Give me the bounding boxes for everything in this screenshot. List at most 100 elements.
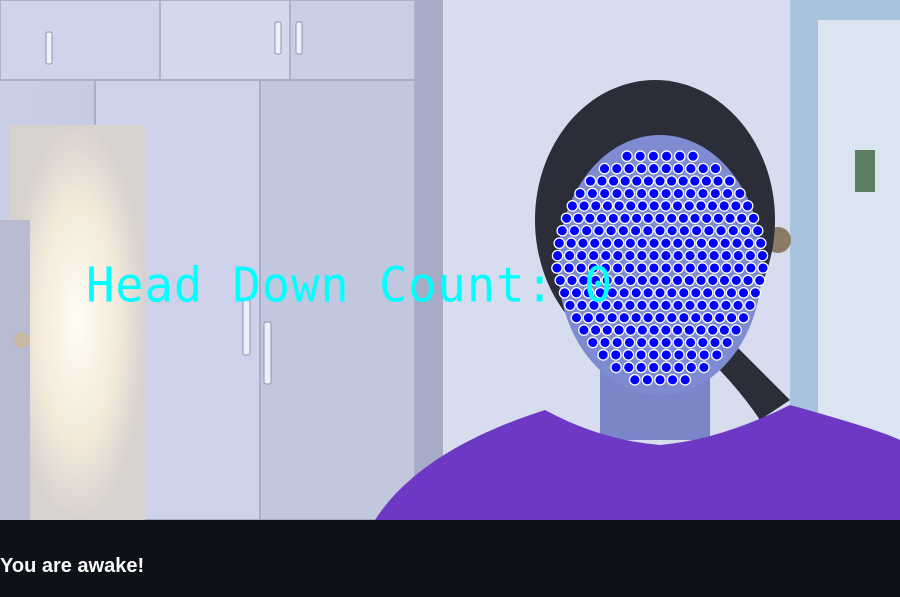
landmark-dot bbox=[701, 311, 714, 324]
landmark-dot bbox=[601, 324, 614, 336]
landmark-dot bbox=[618, 311, 631, 324]
landmark-dot bbox=[618, 286, 631, 299]
landmark-dot bbox=[611, 249, 624, 262]
landmark-dot bbox=[683, 324, 696, 336]
landmark-dot bbox=[689, 212, 701, 225]
landmark-dot bbox=[684, 262, 697, 274]
landmark-dot bbox=[641, 224, 654, 237]
landmark-dot bbox=[565, 237, 578, 250]
landmark-dot bbox=[665, 175, 678, 187]
doorway-opening bbox=[818, 20, 900, 440]
landmark-dot bbox=[589, 324, 602, 336]
mirror-reflection bbox=[10, 125, 145, 520]
landmark-dot bbox=[720, 299, 732, 312]
landmark-dot bbox=[684, 299, 696, 312]
landmark-dot bbox=[751, 224, 764, 237]
landmark-dot bbox=[624, 200, 637, 212]
landmark-dot bbox=[666, 373, 679, 386]
landmark-dot bbox=[695, 237, 708, 250]
landmark-dot bbox=[589, 200, 602, 212]
landmark-dot bbox=[672, 361, 685, 374]
landmark-dot bbox=[648, 336, 660, 349]
landmark-dot bbox=[610, 162, 623, 175]
landmark-dot bbox=[735, 212, 748, 225]
exit-sign bbox=[855, 150, 875, 192]
landmark-dot bbox=[671, 237, 684, 250]
landmark-dot bbox=[568, 224, 581, 237]
landmark-dot bbox=[687, 150, 699, 163]
landmark-dot bbox=[678, 224, 691, 237]
landmark-dot bbox=[708, 262, 721, 274]
landmark-dot bbox=[612, 299, 624, 312]
cupboard-top-panel-2 bbox=[159, 0, 291, 81]
landmark-dot bbox=[730, 324, 742, 336]
landmark-dot bbox=[595, 212, 608, 225]
landmark-dot bbox=[605, 224, 617, 237]
landmark-dot bbox=[597, 349, 610, 361]
landmark-dot bbox=[677, 175, 690, 187]
landmark-dot bbox=[672, 162, 685, 175]
landmark-dot bbox=[647, 361, 660, 374]
landmark-dot bbox=[683, 200, 696, 212]
landmark-dot bbox=[654, 286, 666, 299]
landmark-dot bbox=[734, 187, 746, 200]
landmark-dot bbox=[685, 162, 697, 175]
landmark-dot bbox=[634, 150, 647, 163]
landmark-dot bbox=[612, 237, 625, 250]
landmark-dot bbox=[709, 336, 721, 349]
landmark-dot bbox=[654, 224, 666, 237]
landmark-dot bbox=[660, 150, 673, 163]
landmark-dot bbox=[718, 200, 731, 212]
landmark-dot bbox=[721, 336, 734, 349]
landmark-dot bbox=[732, 299, 744, 312]
landmark-dot bbox=[684, 187, 697, 200]
landmark-dot bbox=[679, 373, 692, 386]
landmark-dot bbox=[697, 187, 709, 200]
landmark-dot bbox=[641, 373, 654, 386]
landmark-dot bbox=[749, 286, 762, 299]
handle-5 bbox=[263, 321, 272, 385]
landmark-dot bbox=[695, 324, 707, 336]
landmark-dot bbox=[574, 187, 586, 200]
landmark-dot bbox=[642, 212, 655, 225]
landmark-dot bbox=[648, 299, 660, 312]
landmark-dot bbox=[624, 249, 636, 262]
landmark-dot bbox=[660, 262, 672, 274]
landmark-dot bbox=[630, 311, 642, 324]
landmark-dot bbox=[672, 249, 684, 262]
landmark-dot bbox=[665, 212, 678, 225]
landmark-dot bbox=[695, 200, 707, 212]
landmark-dot bbox=[647, 150, 660, 163]
landmark-dot bbox=[723, 175, 736, 187]
landmark-dot bbox=[708, 299, 720, 312]
landmark-dot bbox=[730, 274, 743, 287]
landmark-dot bbox=[671, 200, 684, 212]
landmark-dot bbox=[580, 224, 593, 237]
handle-2 bbox=[274, 21, 282, 55]
landmark-dot bbox=[578, 200, 590, 212]
landmark-dot bbox=[617, 224, 630, 237]
landmark-dot bbox=[647, 349, 660, 361]
landmark-dot bbox=[689, 311, 702, 324]
landmark-dot bbox=[706, 324, 719, 336]
landmark-dot bbox=[601, 200, 614, 212]
landmark-dot bbox=[611, 336, 624, 349]
landmark-dot bbox=[642, 311, 654, 324]
landmark-dot bbox=[688, 175, 701, 187]
landmark-dot bbox=[672, 262, 685, 274]
landmark-dot bbox=[642, 286, 654, 299]
landmark-dot bbox=[648, 262, 660, 274]
landmark-dot bbox=[727, 224, 740, 237]
landmark-dot bbox=[683, 237, 696, 250]
landmark-dot bbox=[725, 286, 738, 299]
landmark-dot bbox=[731, 237, 743, 250]
landmark-dot bbox=[642, 175, 655, 187]
landmark-dot bbox=[619, 212, 631, 225]
landmark-dot bbox=[671, 324, 684, 336]
landmark-dot bbox=[709, 187, 722, 200]
landmark-dot bbox=[621, 150, 633, 163]
landmark-dot bbox=[630, 212, 643, 225]
landmark-dot bbox=[721, 187, 734, 200]
landmark-dot bbox=[745, 262, 757, 274]
landmark-dot bbox=[610, 361, 622, 374]
